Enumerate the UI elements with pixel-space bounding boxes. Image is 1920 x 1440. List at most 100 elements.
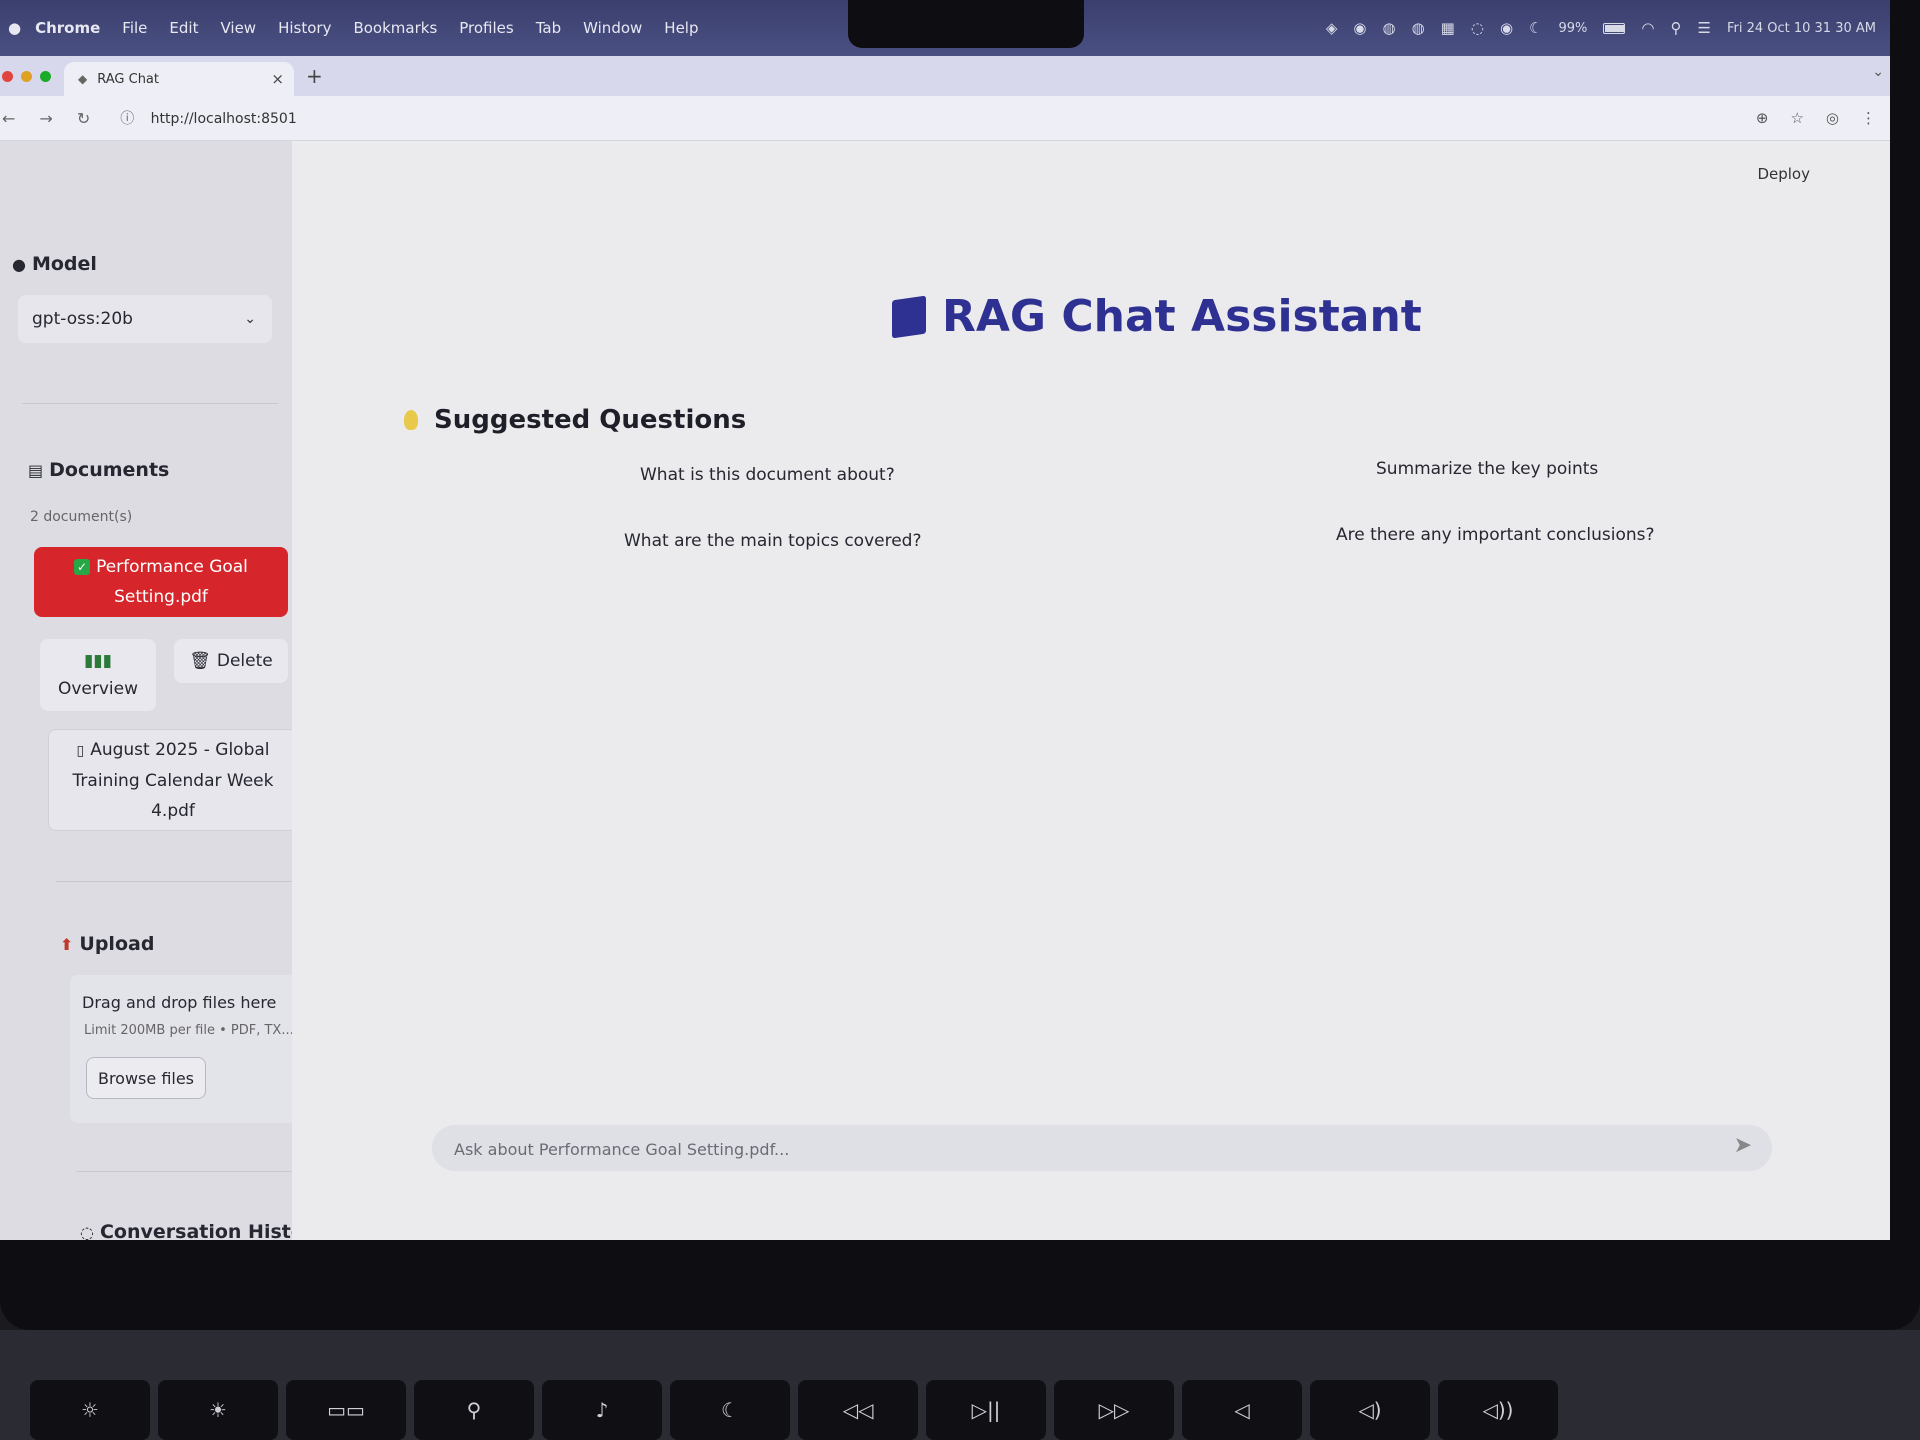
minimize-window-button[interactable] [21, 71, 32, 82]
globe-icon[interactable]: ◍ [1382, 19, 1395, 37]
menu-help[interactable]: Help [664, 19, 698, 37]
rewind-key: ◁◁ [798, 1380, 918, 1440]
doc2-line2: Training Calendar Week [72, 770, 274, 791]
menu-view[interactable]: View [220, 19, 256, 37]
doc2-line1-row: ▯ August 2025 - Global [76, 735, 269, 766]
toolbar-tools: ⊕ ☆ ◎ ⋮ [1756, 109, 1876, 127]
back-icon[interactable]: ← [2, 109, 15, 128]
model-select-value: gpt-oss:20b [32, 309, 133, 329]
battery-icon[interactable] [1603, 22, 1626, 34]
bookmark-star-icon[interactable]: ☆ [1790, 109, 1803, 127]
apple-icon[interactable]: ● [8, 19, 21, 37]
nav-buttons: ← → ↻ [2, 109, 90, 128]
menu-history[interactable]: History [278, 19, 331, 37]
menubar-status: ◈ ◉ ◍ ◍ ▦ ◌ ◉ ☾ 99% ◠ ⚲ ☰ Fri 24 Oct 10 … [1326, 0, 1876, 56]
camera-notch [848, 0, 1084, 48]
drag-drop-text: Drag and drop files here [82, 993, 277, 1012]
browse-files-button[interactable]: Browse files [86, 1057, 206, 1099]
new-tab-button[interactable]: + [306, 64, 323, 88]
documents-section-title: ▤ Documents [28, 459, 169, 481]
menu-profiles[interactable]: Profiles [459, 19, 513, 37]
model-select[interactable]: gpt-oss:20b ⌄ [18, 295, 272, 343]
upload-icon: ⬆ [60, 935, 74, 954]
menu-tab[interactable]: Tab [536, 19, 561, 37]
suggested-question-button[interactable]: Are there any important conclusions? [1326, 519, 1665, 551]
delete-button[interactable]: 🗑 Delete [174, 639, 288, 683]
menu-edit[interactable]: Edit [169, 19, 198, 37]
doc2-line1: August 2025 - Global [90, 739, 270, 760]
clock[interactable]: Fri 24 Oct 10 31 30 AM [1727, 21, 1876, 36]
globe-icon[interactable]: ◍ [1412, 19, 1425, 37]
tab-search-icon[interactable]: ⌄ [1872, 64, 1884, 80]
forward-icon[interactable]: → [39, 109, 52, 128]
moon-icon[interactable]: ☾ [1529, 19, 1542, 37]
menu-bookmarks[interactable]: Bookmarks [353, 19, 437, 37]
suggested-question-button[interactable]: What are the main topics covered? [614, 525, 932, 557]
active-doc-line1-row: ✓ Performance Goal [74, 552, 248, 582]
chevron-down-icon: ⌄ [244, 311, 256, 327]
status-icon[interactable]: ▦ [1441, 19, 1455, 37]
tab-rag-chat[interactable]: ◆ RAG Chat × [64, 62, 294, 96]
suggested-question-button[interactable]: What is this document about? [630, 459, 905, 491]
status-icon[interactable]: ◉ [1353, 19, 1366, 37]
profile-icon[interactable]: ◎ [1826, 109, 1839, 127]
menu-file[interactable]: File [122, 19, 147, 37]
reload-icon[interactable]: ↻ [77, 109, 90, 128]
play-pause-key: ▷|| [926, 1380, 1046, 1440]
site-info-icon[interactable]: ⓘ [120, 111, 134, 127]
overview-label: Overview [57, 679, 139, 699]
screen: ● Chrome File Edit View History Bookmark… [0, 0, 1890, 1240]
file-icon: ▯ [76, 742, 85, 759]
search-icon[interactable]: ⚲ [1671, 19, 1682, 37]
mac-menubar: ● Chrome File Edit View History Bookmark… [0, 0, 1890, 56]
fast-forward-key: ▷▷ [1054, 1380, 1174, 1440]
file-uploader-dropzone[interactable]: Drag and drop files here Limit 200MB per… [70, 975, 316, 1123]
volume-down-key: ◁) [1310, 1380, 1430, 1440]
status-icon[interactable]: ◉ [1500, 19, 1513, 37]
model-icon: ● [12, 255, 26, 274]
books-icon: ▤ [28, 461, 44, 480]
menu-window[interactable]: Window [583, 19, 642, 37]
active-doc-line1: Performance Goal [96, 557, 248, 577]
status-icon[interactable]: ◌ [1471, 19, 1484, 37]
chat-bubble-icon: ◌ [80, 1223, 94, 1240]
chat-input[interactable] [452, 1125, 1696, 1173]
brightness-down-key: ☼ [30, 1380, 150, 1440]
trash-icon: 🗑 [189, 651, 211, 671]
suggested-question-button[interactable]: Summarize the key points [1366, 453, 1608, 485]
page-title-text: RAG Chat Assistant [942, 291, 1422, 342]
window-controls [2, 71, 51, 82]
close-tab-icon[interactable]: × [271, 70, 284, 88]
model-section-title: ● Model [12, 253, 97, 275]
book-icon [892, 295, 926, 338]
suggested-title-text: Suggested Questions [434, 405, 747, 435]
documents-count: 2 document(s) [30, 509, 133, 525]
menu-kebab-icon[interactable]: ⋮ [1861, 109, 1876, 127]
spotlight-key: ⚲ [414, 1380, 534, 1440]
model-title-text: Model [31, 253, 97, 275]
control-center-icon[interactable]: ☰ [1698, 19, 1711, 37]
send-icon[interactable]: ➤ [1734, 1133, 1752, 1158]
battery-fill [1605, 24, 1626, 32]
page-title: RAG Chat Assistant [892, 291, 1422, 342]
documents-title-text: Documents [49, 459, 170, 481]
close-window-button[interactable] [2, 71, 13, 82]
address-bar[interactable]: ⓘ http://localhost:8501 [120, 108, 297, 128]
status-icon[interactable]: ◈ [1326, 19, 1338, 37]
suggested-questions-title: Suggested Questions [404, 405, 746, 435]
laptop-bezel: ● Chrome File Edit View History Bookmark… [0, 0, 1920, 1330]
divider [76, 1171, 316, 1172]
zoom-window-button[interactable] [40, 71, 51, 82]
active-document-button[interactable]: ✓ Performance Goal Setting.pdf [34, 547, 288, 617]
tab-strip: ◆ RAG Chat × + ⌄ [0, 56, 1890, 96]
zoom-icon[interactable]: ⊕ [1756, 109, 1769, 127]
upload-title-text: Upload [79, 933, 155, 955]
deploy-button[interactable]: Deploy [1757, 165, 1810, 183]
menu-app[interactable]: Chrome [35, 19, 100, 37]
document-item[interactable]: ▯ August 2025 - Global Training Calendar … [48, 729, 298, 831]
doc2-line3: 4.pdf [151, 800, 195, 821]
dictation-key: ♪ [542, 1380, 662, 1440]
overview-button[interactable]: ▮▮▮ Overview [40, 639, 156, 711]
wifi-icon[interactable]: ◠ [1641, 19, 1654, 37]
check-icon: ✓ [74, 559, 91, 575]
